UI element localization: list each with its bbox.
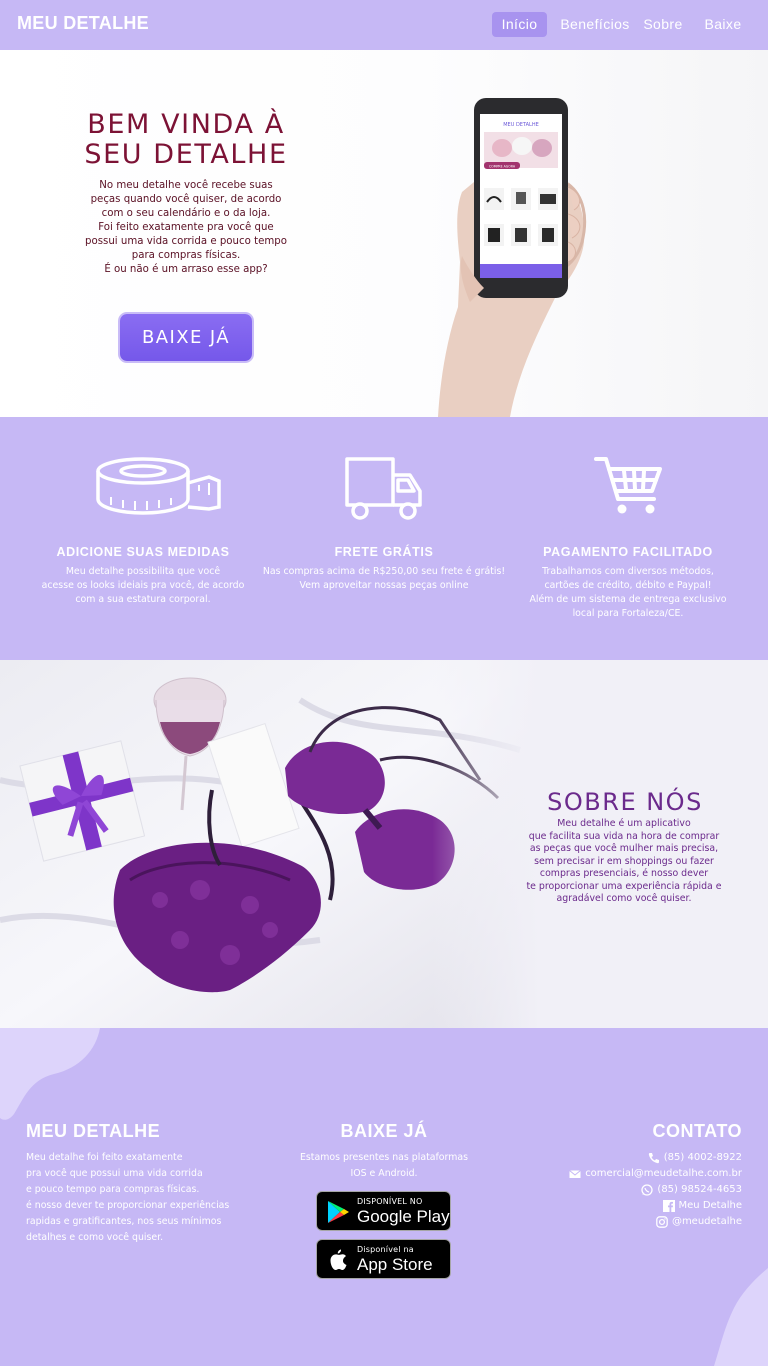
footer-download-title: BAIXE JÁ	[340, 1121, 428, 1141]
facebook-icon	[662, 1200, 675, 1212]
app-store-button[interactable]: Disponível na App Store	[316, 1239, 451, 1279]
about-section: SOBRE NÓS Meu detalhe é um aplicativo qu…	[0, 660, 768, 1028]
delivery-truck-icon	[345, 457, 422, 520]
brand-logo[interactable]: MEU DETALHE	[17, 13, 149, 34]
footer-brand-description: Meu detalhe foi feito exatamente pra voc…	[26, 1152, 230, 1243]
contact-instagram[interactable]: @meudetalhe	[656, 1215, 742, 1229]
google-play-button[interactable]: DISPONÍVEL NO Google Play	[316, 1191, 451, 1231]
phone-icon	[648, 1153, 659, 1164]
contact-phone[interactable]: (85) 4002-8922	[648, 1151, 742, 1165]
mail-icon	[569, 1170, 582, 1178]
feature-title: PAGAMENTO FACILITADO	[543, 545, 713, 559]
decorative-blob	[0, 1028, 100, 1120]
footer-download-description: Estamos presentes nas plataformas IOS e …	[300, 1152, 468, 1179]
footer-brand-title: MEU DETALHE	[26, 1121, 161, 1141]
lingerie-photo	[0, 660, 540, 1028]
feature-title: ADICIONE SUAS MEDIDAS	[56, 545, 230, 559]
about-title: SOBRE NÓS	[547, 788, 703, 816]
footer: MEU DETALHE Meu detalhe foi feito exatam…	[0, 1028, 768, 1366]
feature-description: Trabalhamos com diversos métodos, cartõe…	[529, 566, 727, 619]
hero-description: No meu detalhe você recebe suas peças qu…	[85, 180, 287, 275]
svg-text:MEU DETALHE: MEU DETALHE	[503, 122, 539, 128]
instagram-icon	[656, 1216, 668, 1228]
contact-email[interactable]: comercial@meudetalhe.com.br	[569, 1167, 742, 1181]
hero-title: BEM VINDA À SEU DETALHE	[84, 109, 288, 170]
nav-link-baixe[interactable]: Baixe	[700, 12, 746, 37]
nav-link-sobre[interactable]: Sobre	[640, 12, 686, 37]
nav-link-beneficios[interactable]: Benefícios	[556, 12, 634, 37]
download-now-button[interactable]: BAIXE JÁ	[120, 314, 252, 361]
decorative-blob	[714, 1268, 768, 1366]
feature-title: FRETE GRÁTIS	[334, 545, 434, 559]
top-nav: MEU DETALHE Início Benefícios Sobre Baix…	[0, 0, 768, 50]
apple-icon	[330, 1249, 347, 1270]
feature-description: Meu detalhe possibilita que você acesse …	[41, 566, 245, 605]
google-play-icon	[328, 1201, 349, 1223]
whatsapp-icon	[641, 1184, 654, 1196]
contact-whatsapp[interactable]: (85) 98524-4653	[641, 1183, 742, 1197]
contact-facebook[interactable]: Meu Detalhe	[662, 1199, 742, 1213]
svg-text:COMPRE AGORA: COMPRE AGORA	[489, 165, 516, 169]
benefits-section: ADICIONE SUAS MEDIDAS Meu detalhe possib…	[0, 417, 768, 660]
about-description: Meu detalhe é um aplicativo que facilita…	[526, 818, 722, 904]
feature-description: Nas compras acima de R$250,00 seu frete …	[262, 566, 506, 591]
hand-holding-phone-image: MEU DETALHE COMPRE AGORA	[438, 98, 587, 417]
measuring-tape-icon	[96, 457, 221, 515]
shopping-cart-icon	[594, 457, 662, 514]
hero-section: BEM VINDA À SEU DETALHE No meu detalhe v…	[0, 50, 768, 417]
nav-link-inicio[interactable]: Início	[492, 12, 547, 37]
footer-contact-title: CONTATO	[652, 1121, 742, 1141]
